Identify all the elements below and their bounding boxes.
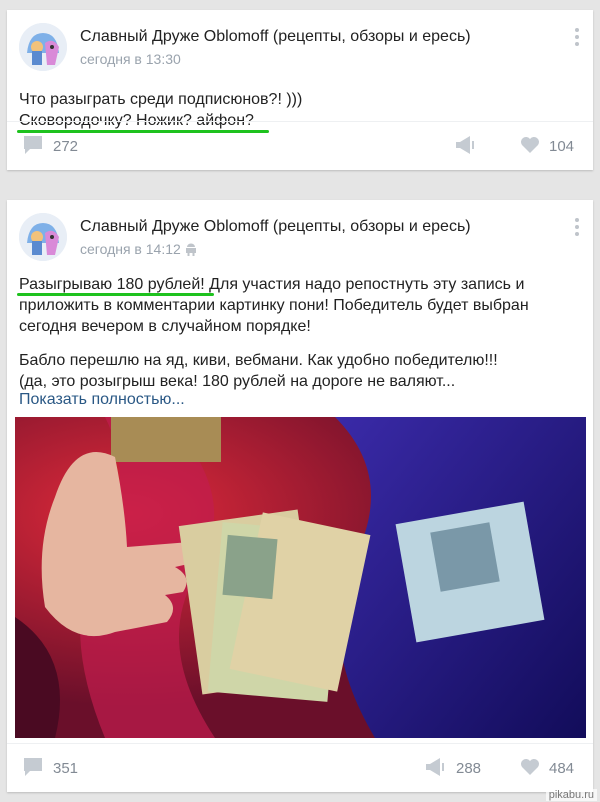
comments-count: 351 <box>53 760 79 777</box>
post-time[interactable]: сегодня в 13:30 <box>80 51 181 67</box>
post-author[interactable]: Славный Друже Oblomoff (рецепты, обзоры … <box>80 28 471 46</box>
post-photo[interactable] <box>15 417 586 738</box>
post-time[interactable]: сегодня в 14:12 <box>80 241 197 257</box>
post-text-line: Разыгрываю 180 рублей! Для участия надо … <box>19 274 524 295</box>
like-button[interactable]: 484 <box>520 757 590 779</box>
android-icon <box>185 243 196 256</box>
megaphone-icon <box>456 136 474 154</box>
more-options-icon[interactable] <box>575 28 579 46</box>
post-header: Славный Друже Oblomoff (рецепты, обзоры … <box>7 200 593 268</box>
highlight-text: Разыгрываю 180 рублей <box>19 276 201 293</box>
share-button[interactable] <box>454 135 476 157</box>
post-text-line: Бабло перешлю на яд, киви, вебмани. Как … <box>19 352 498 369</box>
post-footer: 351 288 484 <box>7 743 593 792</box>
likes-count: 104 <box>549 138 575 155</box>
post-text-line: приложить в комментарии картинку пони! П… <box>19 297 529 314</box>
community-avatar[interactable] <box>19 23 67 71</box>
comment-icon <box>24 758 42 776</box>
post-card: Славный Друже Oblomoff (рецепты, обзоры … <box>7 200 593 792</box>
post-card: Славный Друже Oblomoff (рецепты, обзоры … <box>7 10 593 170</box>
heart-icon <box>521 137 539 153</box>
likes-count: 484 <box>549 760 575 777</box>
post-footer: 272 104 <box>7 121 593 170</box>
post-author[interactable]: Славный Друже Oblomoff (рецепты, обзоры … <box>80 218 471 236</box>
post-text-line: Что разыграть среди подписюнов?! ))) <box>19 91 303 108</box>
post-header: Славный Друже Oblomoff (рецепты, обзоры … <box>7 10 593 78</box>
comments-count: 272 <box>53 138 79 155</box>
post-text-rest: ! Для участия надо репостнуть эту запись… <box>200 276 525 293</box>
comment-icon <box>24 136 42 154</box>
show-more-link[interactable]: Показать полностью... <box>19 389 185 410</box>
post-time-text: сегодня в 14:12 <box>80 241 181 257</box>
comments-button[interactable]: 351 <box>22 757 102 779</box>
heart-icon <box>521 759 539 775</box>
community-avatar[interactable] <box>19 213 67 261</box>
post-text-line: сегодня вечером в случайном порядке! <box>19 318 311 335</box>
comments-button[interactable]: 272 <box>22 135 102 157</box>
watermark: pikabu.ru <box>545 789 597 801</box>
more-options-icon[interactable] <box>575 218 579 236</box>
like-button[interactable]: 104 <box>520 135 590 157</box>
megaphone-icon <box>426 758 444 776</box>
reposts-count: 288 <box>456 760 482 777</box>
share-button[interactable]: 288 <box>424 757 504 779</box>
